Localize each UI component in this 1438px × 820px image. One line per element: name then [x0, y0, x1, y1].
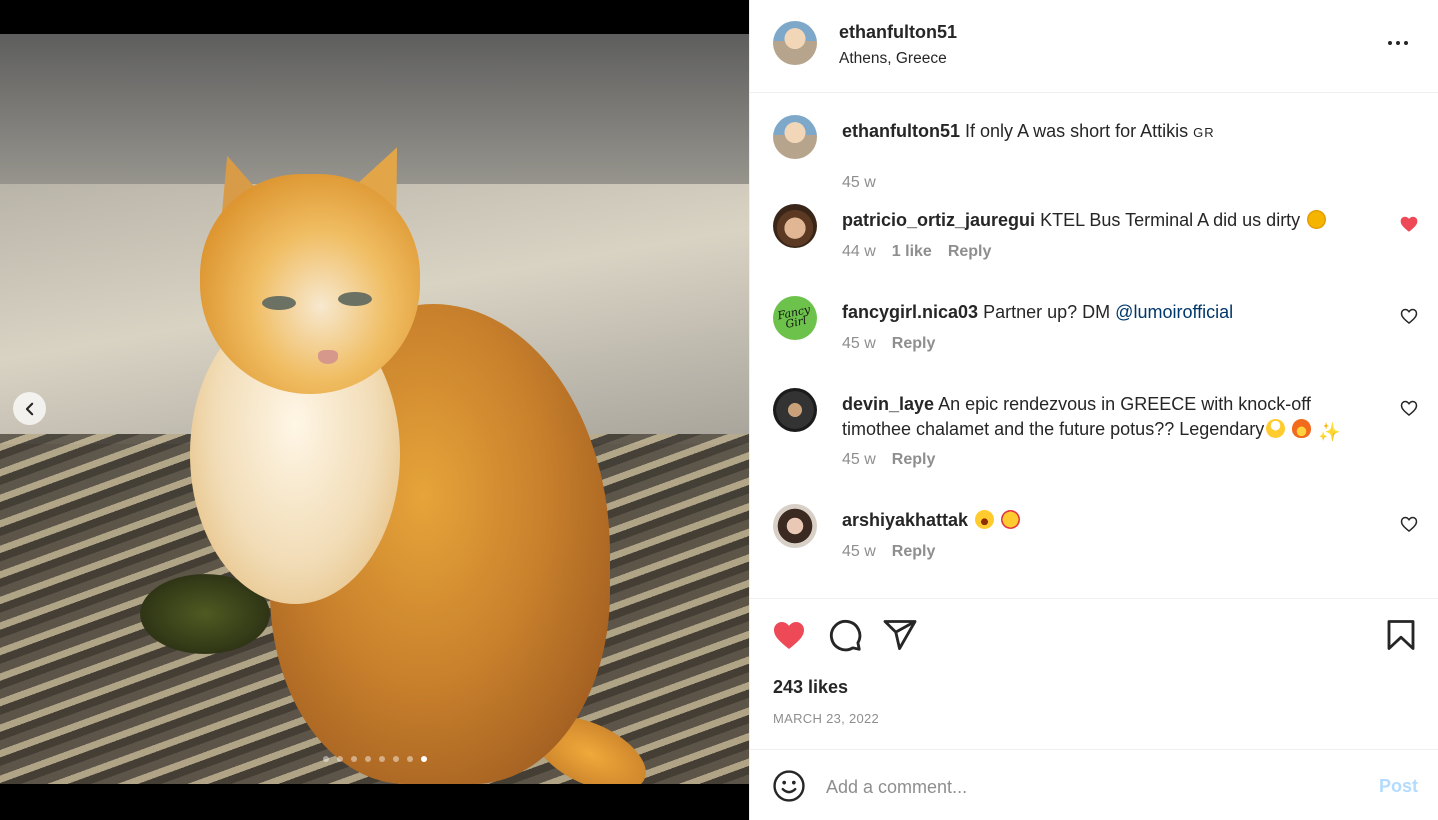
carousel-dot-active — [420, 756, 427, 762]
emoji-picker-icon[interactable] — [772, 769, 806, 803]
exploding-head-icon — [1266, 419, 1286, 438]
comment-input[interactable] — [826, 772, 1356, 802]
comment-item: devin_laye An epic rendezvous in GREECE … — [750, 388, 1438, 483]
author-username[interactable]: ethanfulton51 — [839, 22, 957, 43]
reply-button[interactable]: Reply — [892, 335, 936, 353]
comment-item: arshiyakhattak 45 w Reply — [750, 504, 1438, 579]
instagram-post-view: ethanfulton51 Athens, Greece ethanfulton… — [0, 0, 1438, 820]
chevron-left-icon — [25, 402, 33, 415]
comment-likes-count[interactable]: 1 like — [892, 243, 932, 261]
post-comment-button[interactable]: Post — [1379, 776, 1418, 797]
carousel-previous-button[interactable] — [13, 392, 46, 425]
carousel-dot — [406, 756, 413, 762]
caption-text: ethanfulton51 If only A was short for At… — [842, 119, 1382, 145]
commenter-avatar[interactable] — [773, 388, 817, 432]
comment-meta: 45 w Reply — [842, 335, 935, 353]
carousel-dot — [322, 756, 329, 762]
caption-comment: ethanfulton51 If only A was short for At… — [750, 115, 1438, 191]
more-dot-icon — [1388, 41, 1392, 45]
comment-time[interactable]: 45 w — [842, 451, 876, 469]
comment-username[interactable]: patricio_ortiz_jauregui — [842, 210, 1035, 230]
more-options-button[interactable] — [1383, 33, 1413, 53]
comment-text: fancygirl.nica03 Partner up? DM @lumoiro… — [842, 300, 1382, 325]
comment-text: devin_laye An epic rendezvous in GREECE … — [842, 392, 1382, 445]
disappointed-face-icon — [1307, 210, 1327, 229]
carousel-dot — [364, 756, 371, 762]
author-avatar[interactable] — [773, 115, 817, 159]
comment-username[interactable]: fancygirl.nica03 — [842, 302, 978, 322]
comment-item: patricio_ortiz_jauregui KTEL Bus Termina… — [750, 204, 1438, 279]
comment-meta: 45 w Reply — [842, 543, 935, 561]
comment-body: Partner up? DM — [983, 302, 1111, 322]
carousel-dot — [378, 756, 385, 762]
comments-list: ethanfulton51 If only A was short for At… — [750, 93, 1438, 598]
commenter-avatar[interactable] — [773, 504, 817, 548]
likes-count[interactable]: 243 likes — [773, 677, 848, 698]
like-heart-filled-icon[interactable] — [771, 617, 807, 653]
comment-text: arshiyakhattak — [842, 508, 1382, 533]
comment-body: KTEL Bus Terminal A did us dirty — [1040, 210, 1301, 230]
heart-outline-icon[interactable] — [1399, 306, 1419, 326]
author-avatar[interactable] — [773, 21, 817, 65]
comment-time[interactable]: 45 w — [842, 335, 876, 353]
reply-button[interactable]: Reply — [948, 243, 992, 261]
fire-icon — [1292, 419, 1312, 438]
save-bookmark-icon[interactable] — [1383, 617, 1419, 653]
comment-text: patricio_ortiz_jauregui KTEL Bus Termina… — [842, 208, 1382, 233]
post-date[interactable]: MARCH 23, 2022 — [773, 711, 879, 726]
comment-username[interactable]: devin_laye — [842, 394, 934, 414]
carousel-dot — [392, 756, 399, 762]
share-icon[interactable] — [882, 617, 918, 653]
astonished-face-icon — [975, 510, 995, 529]
commenter-avatar[interactable]: Fancy Girl — [773, 296, 817, 340]
reply-button[interactable]: Reply — [892, 543, 936, 561]
post-header: ethanfulton51 Athens, Greece — [750, 0, 1438, 93]
reply-button[interactable]: Reply — [892, 451, 936, 469]
cat-image — [170, 134, 658, 784]
add-comment-bar: Post — [750, 750, 1438, 820]
comment-username[interactable]: arshiyakhattak — [842, 510, 968, 530]
avatar-logo-text: Fancy Girl — [776, 302, 812, 331]
more-dot-icon — [1404, 41, 1408, 45]
comment-time[interactable]: 45 w — [842, 543, 876, 561]
more-dot-icon — [1396, 41, 1400, 45]
heart-filled-icon[interactable] — [1399, 214, 1419, 234]
media-pane — [0, 0, 749, 820]
commenter-avatar[interactable] — [773, 204, 817, 248]
star-struck-icon — [1001, 510, 1021, 529]
caption-meta: 45 w — [842, 174, 876, 192]
carousel-dot — [350, 756, 357, 762]
post-actions: 243 likes MARCH 23, 2022 — [750, 598, 1438, 750]
heart-outline-icon[interactable] — [1399, 398, 1419, 418]
caption-time[interactable]: 45 w — [842, 174, 876, 192]
sparkles-icon: ✨ — [1318, 422, 1341, 442]
caption-body: If only A was short for Attikis — [965, 121, 1189, 141]
comment-time[interactable]: 44 w — [842, 243, 876, 261]
post-photo[interactable] — [0, 34, 749, 784]
comment-meta: 45 w Reply — [842, 451, 935, 469]
post-location[interactable]: Athens, Greece — [839, 50, 947, 68]
post-details-pane: ethanfulton51 Athens, Greece ethanfulton… — [749, 0, 1438, 820]
heart-outline-icon[interactable] — [1399, 514, 1419, 534]
carousel-indicator — [0, 756, 749, 762]
greece-flag-emoji: GR — [1193, 125, 1215, 140]
comment-mention-link[interactable]: @lumoirofficial — [1115, 302, 1233, 322]
comment-meta: 44 w 1 like Reply — [842, 243, 991, 261]
comment-icon[interactable] — [827, 617, 863, 653]
comment-item: Fancy Girl fancygirl.nica03 Partner up? … — [750, 296, 1438, 371]
carousel-dot — [336, 756, 343, 762]
caption-username[interactable]: ethanfulton51 — [842, 121, 960, 141]
